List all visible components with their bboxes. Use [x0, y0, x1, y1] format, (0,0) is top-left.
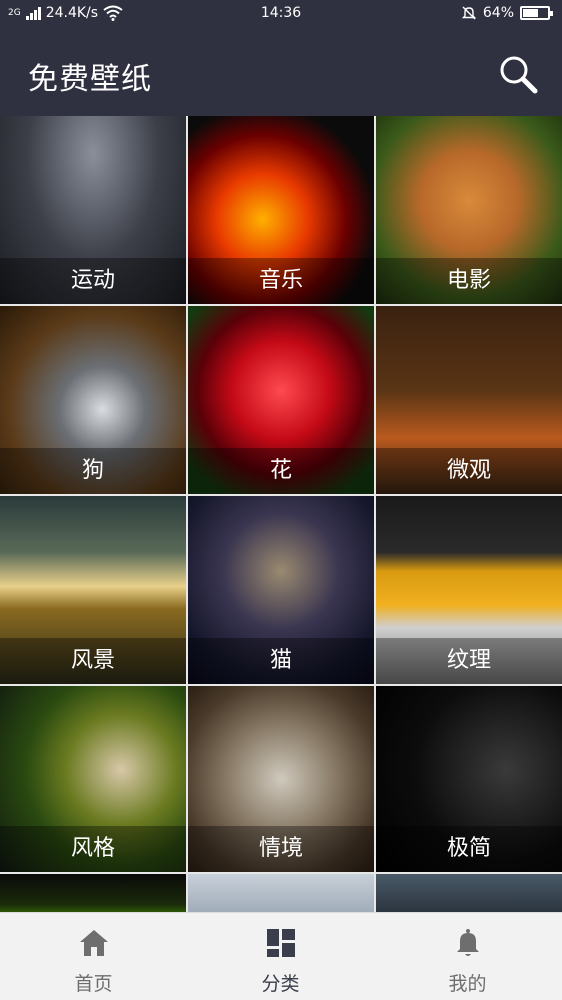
category-tile-flowers[interactable]: 花 — [188, 306, 374, 494]
category-label: 狗 — [0, 448, 186, 494]
battery-icon — [520, 6, 553, 20]
category-label: 风景 — [0, 638, 186, 684]
category-tile-cats[interactable]: 猫 — [188, 496, 374, 684]
category-label: 风格 — [0, 826, 186, 872]
category-tile-minimal[interactable]: 极简 — [376, 686, 562, 872]
category-tile-texture[interactable]: 纹理 — [376, 496, 562, 684]
category-tile-sports[interactable]: 运动 — [0, 116, 186, 304]
mute-bell-icon — [461, 6, 477, 20]
category-grid: 运动 音乐 电影 狗 花 微观 风景 猫 纹理 风格 情境 极简 — [0, 116, 562, 912]
nav-mine[interactable]: 我的 — [374, 913, 561, 1000]
bell-icon — [457, 929, 479, 956]
app-title: 免费壁纸 — [28, 62, 152, 97]
category-tile-style[interactable]: 风格 — [0, 686, 186, 872]
category-tile-dogs[interactable]: 狗 — [0, 306, 186, 494]
battery-percent: 64% — [482, 5, 514, 21]
category-tile-macro[interactable]: 微观 — [376, 306, 562, 494]
battery-fill — [523, 9, 539, 17]
app-bar: 免费壁纸 — [0, 30, 562, 116]
category-label: 极简 — [376, 826, 562, 872]
category-tile-partial[interactable] — [376, 874, 562, 912]
category-label: 运动 — [0, 258, 186, 304]
nav-mine-label: 我的 — [448, 973, 487, 995]
category-label: 花 — [188, 448, 374, 494]
nav-home[interactable]: 首页 — [0, 913, 187, 1000]
category-tile-partial[interactable] — [0, 874, 186, 912]
category-label: 猫 — [188, 638, 374, 684]
status-right: 64% — [461, 5, 553, 21]
nav-home-label: 首页 — [74, 973, 113, 995]
category-label: 音乐 — [188, 258, 374, 304]
nav-categories[interactable]: 分类 — [187, 913, 374, 1000]
status-bar: 2G 24.4K/s 14:36 64% — [0, 0, 562, 30]
category-tile-partial[interactable] — [188, 874, 374, 912]
search-icon[interactable] — [496, 52, 540, 96]
category-tile-movies[interactable]: 电影 — [376, 116, 562, 304]
category-tile-music[interactable]: 音乐 — [188, 116, 374, 304]
category-label: 纹理 — [376, 638, 562, 684]
category-label: 情境 — [188, 826, 374, 872]
grid-icon — [267, 929, 295, 957]
bottom-nav: 首页 分类 我的 — [0, 912, 562, 1000]
category-tile-landscape[interactable]: 风景 — [0, 496, 186, 684]
home-icon — [80, 930, 108, 956]
category-label: 电影 — [376, 258, 562, 304]
nav-categories-label: 分类 — [261, 973, 300, 995]
category-label: 微观 — [376, 448, 562, 494]
category-tile-mood[interactable]: 情境 — [188, 686, 374, 872]
